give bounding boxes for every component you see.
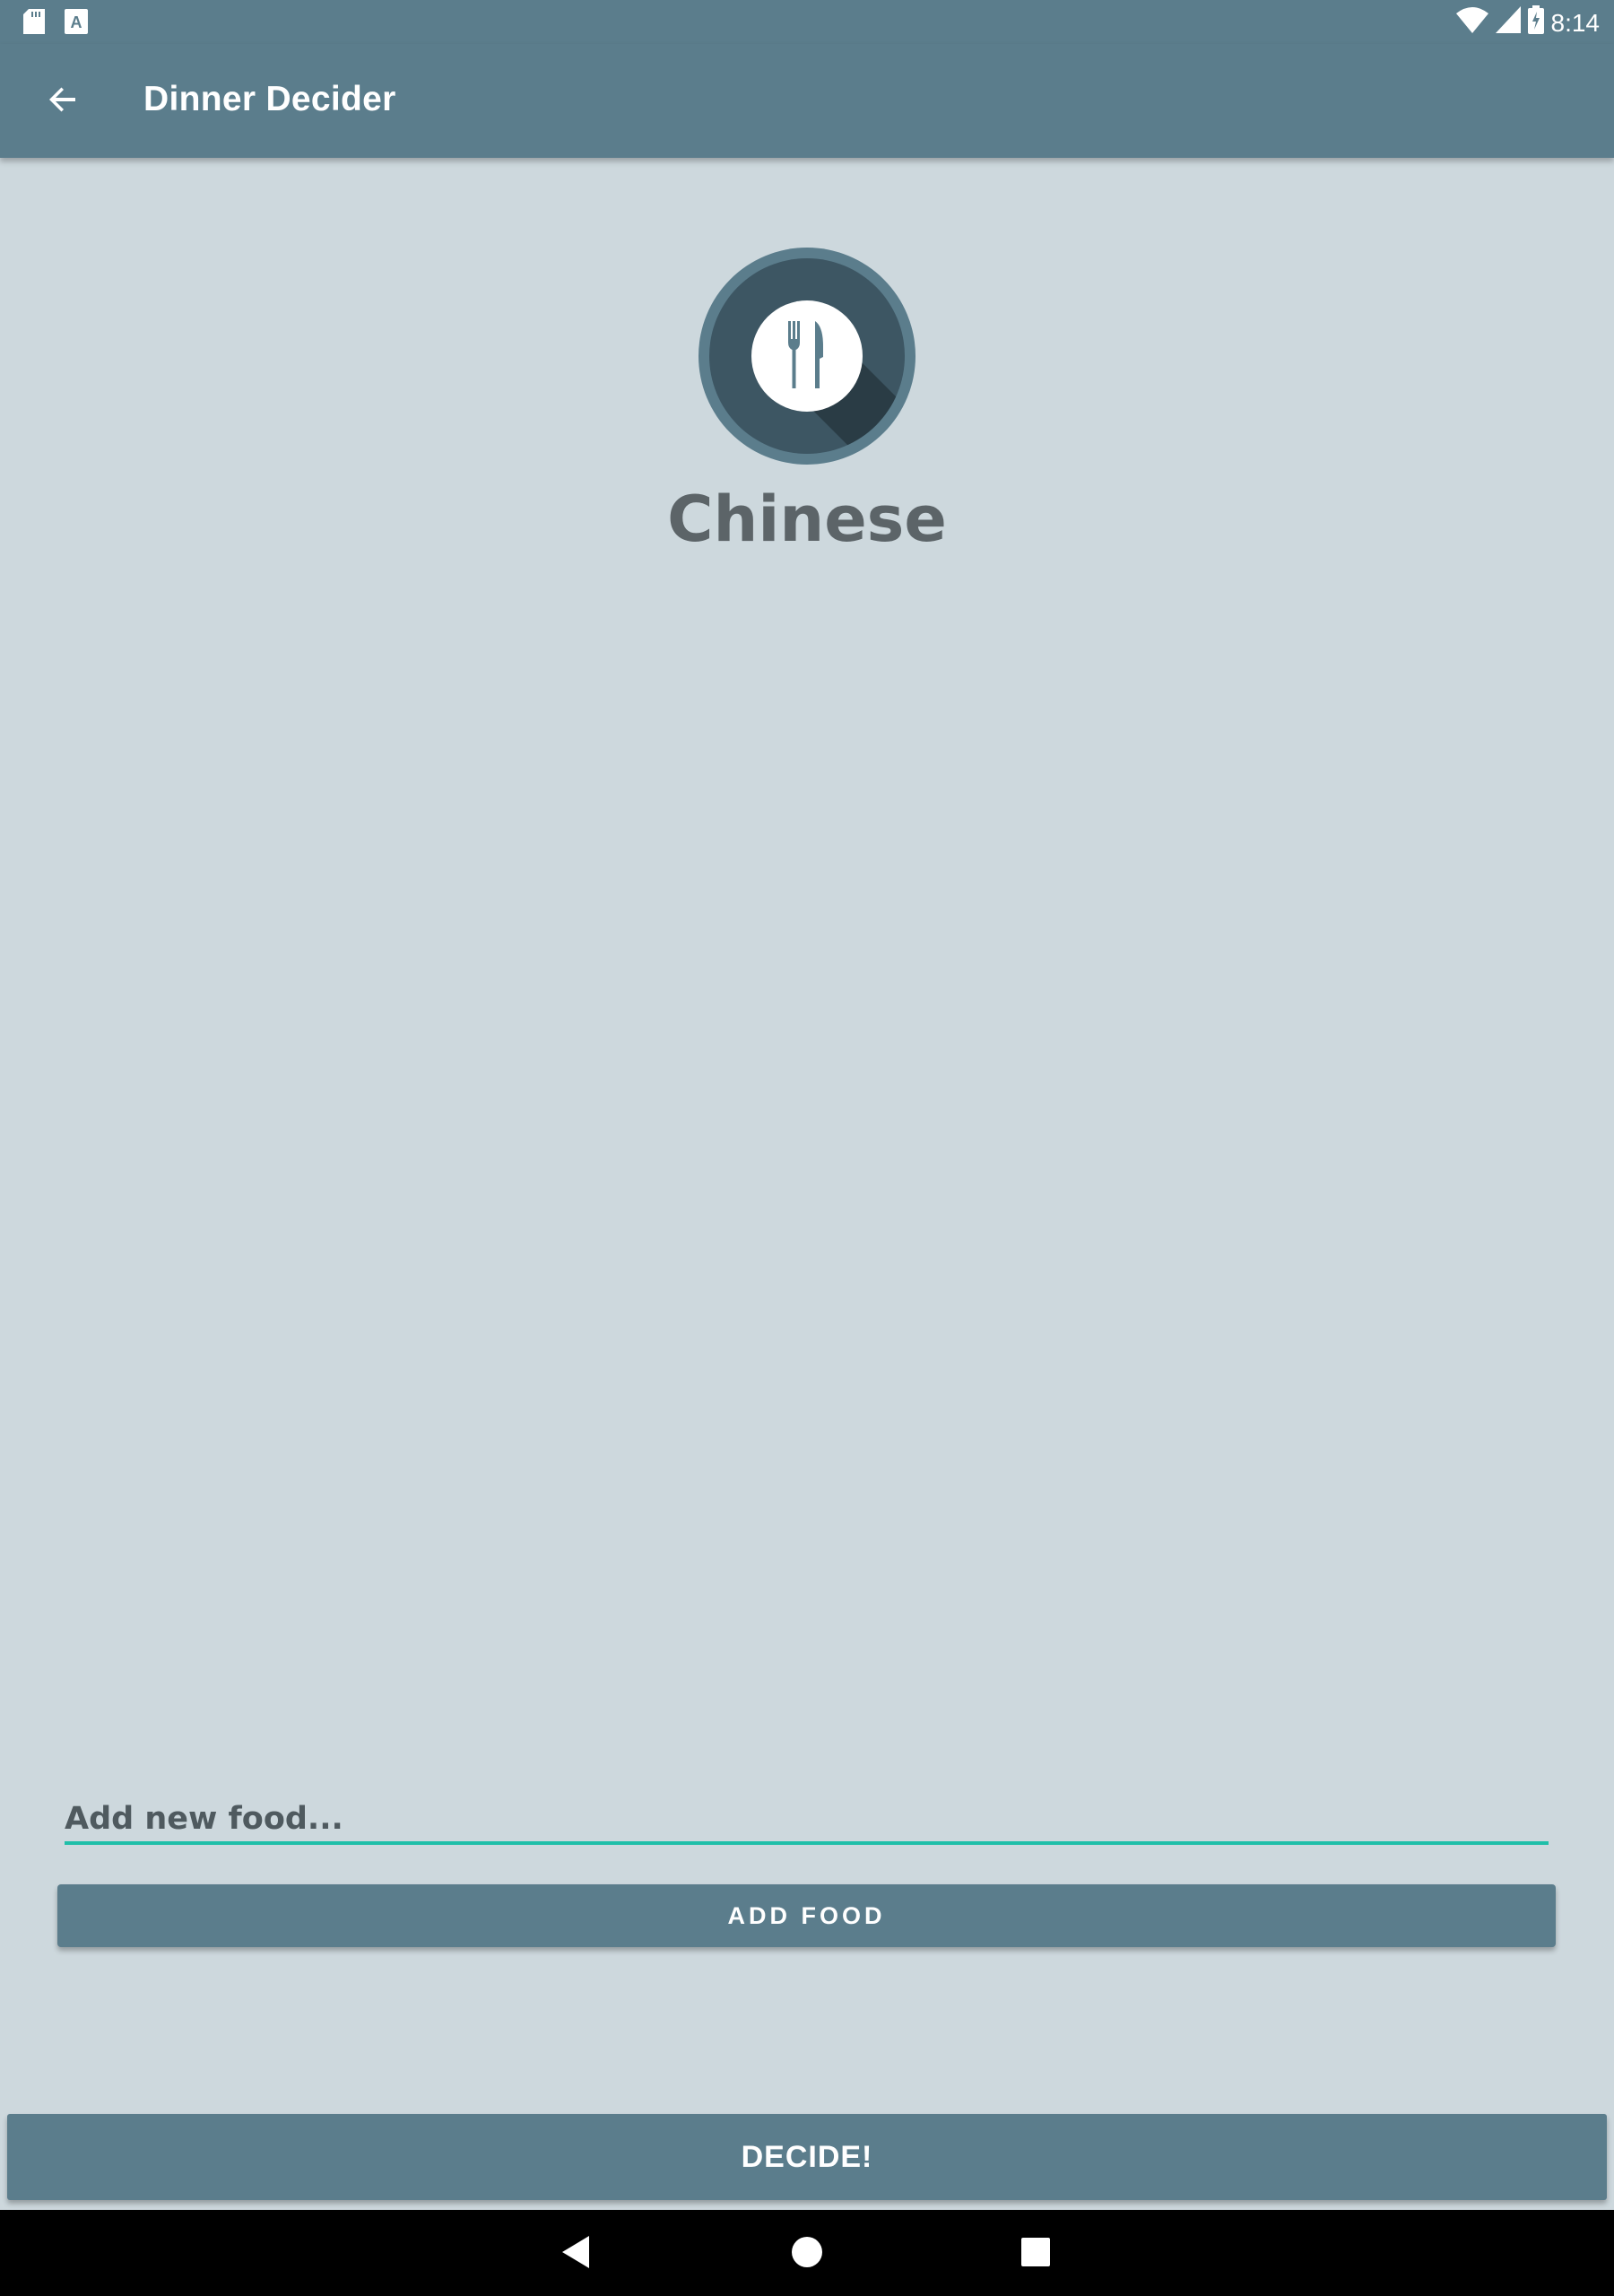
app-title: Dinner Decider (143, 80, 396, 118)
fork-knife-icon (699, 248, 915, 465)
nav-back-icon (562, 2235, 591, 2273)
status-time: 8:14 (1550, 8, 1601, 37)
decide-button[interactable]: DECIDE! (7, 2114, 1607, 2200)
screen: A 8:14 Dinner Decider Chinese Add new fo… (0, 0, 1614, 2296)
svg-text:A: A (71, 13, 82, 31)
selected-food-label: Chinese (667, 483, 947, 556)
nav-home-button[interactable] (785, 2231, 829, 2276)
nav-back-button[interactable] (554, 2231, 599, 2276)
status-right-icons: 8:14 (1455, 5, 1601, 40)
wifi-icon (1455, 6, 1488, 39)
arrow-back-icon (47, 83, 79, 120)
battery-charging-icon (1527, 5, 1544, 40)
navigation-bar (0, 2210, 1614, 2296)
nav-recents-button[interactable] (1013, 2231, 1058, 2276)
add-food-button[interactable]: ADD FOOD (57, 1884, 1556, 1947)
status-bar: A 8:14 (0, 0, 1614, 44)
nav-home-icon (791, 2236, 823, 2273)
sd-card-icon (23, 9, 45, 39)
back-button[interactable] (36, 74, 90, 128)
add-food-input[interactable] (65, 1796, 1549, 1845)
nav-recents-icon (1021, 2237, 1050, 2271)
app-bar: Dinner Decider (0, 44, 1614, 158)
status-left-icons: A (23, 9, 88, 39)
keyboard-a-icon: A (65, 9, 88, 39)
signal-icon (1495, 6, 1521, 39)
app-logo (699, 248, 915, 465)
